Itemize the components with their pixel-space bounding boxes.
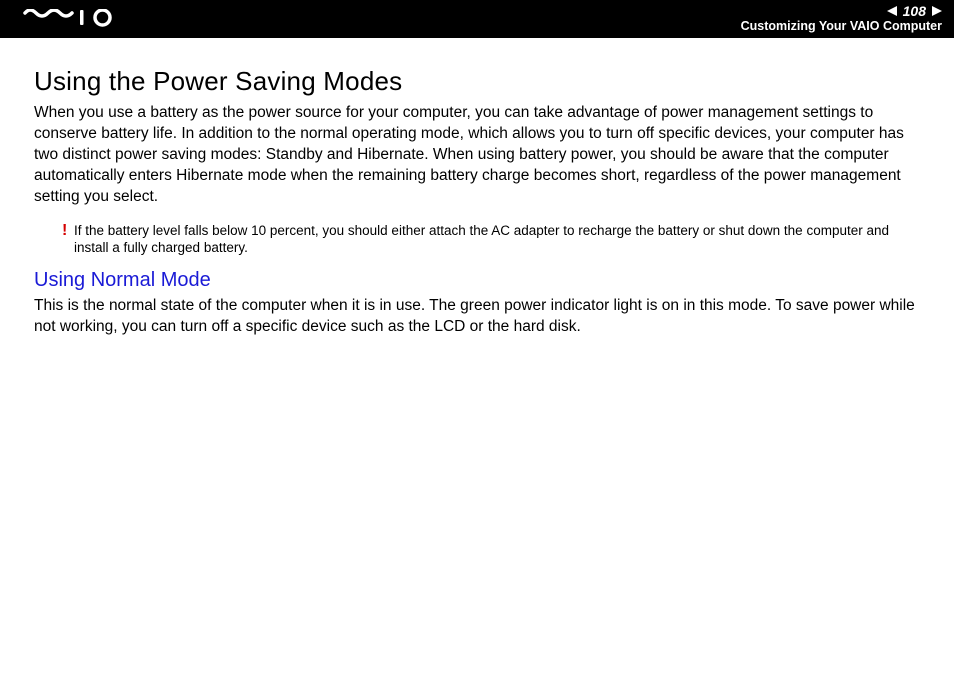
- header-section-title: Customizing Your VAIO Computer: [741, 20, 942, 34]
- vaio-logo-icon: [20, 9, 130, 29]
- warning-icon: !: [62, 223, 74, 239]
- prev-page-arrow[interactable]: [887, 4, 897, 19]
- intro-paragraph: When you use a battery as the power sour…: [34, 103, 920, 208]
- arrow-left-icon: [887, 6, 897, 16]
- page-header: 108 Customizing Your VAIO Computer: [0, 0, 954, 38]
- arrow-right-icon: [932, 6, 942, 16]
- warning-text: If the battery level falls below 10 perc…: [74, 222, 920, 257]
- page-number: 108: [903, 4, 926, 19]
- page-nav: 108: [741, 4, 942, 19]
- normal-mode-paragraph: This is the normal state of the computer…: [34, 296, 920, 338]
- page-content: Using the Power Saving Modes When you us…: [0, 38, 954, 338]
- next-page-arrow[interactable]: [932, 4, 942, 19]
- page-title: Using the Power Saving Modes: [34, 66, 920, 97]
- subheading-normal-mode: Using Normal Mode: [34, 269, 920, 292]
- vaio-logo: [20, 9, 130, 29]
- header-right: 108 Customizing Your VAIO Computer: [741, 4, 942, 34]
- warning-note: ! If the battery level falls below 10 pe…: [62, 222, 920, 257]
